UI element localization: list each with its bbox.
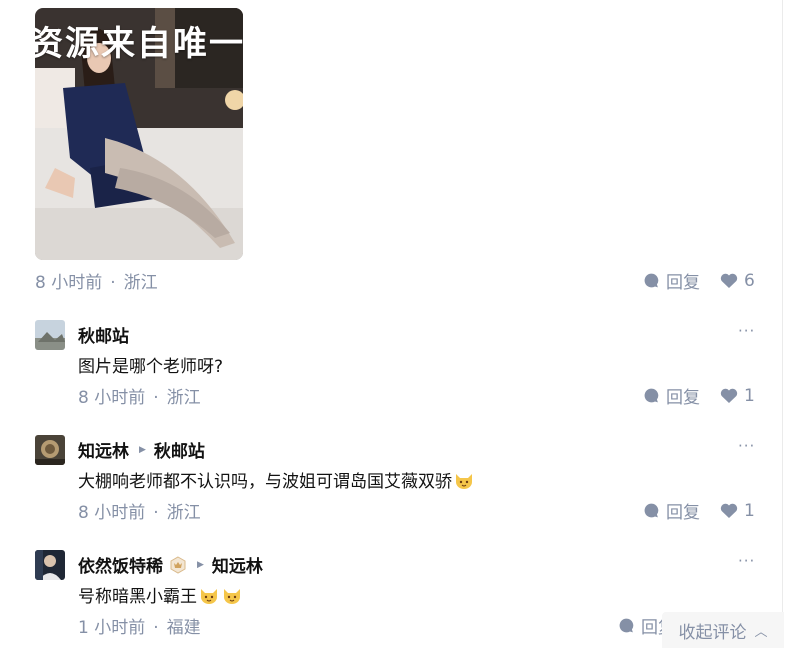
reply-button[interactable]: 回复 xyxy=(643,383,700,408)
heart-icon xyxy=(720,273,738,288)
comment-location: 浙江 xyxy=(166,503,201,523)
comment-time: 8 小时前 xyxy=(78,388,146,408)
comment-text: 图片是哪个老师呀? xyxy=(78,352,223,377)
reply-label: 回复 xyxy=(666,503,700,523)
meta-dot: · xyxy=(153,388,159,408)
meta-dot: · xyxy=(153,503,159,523)
meta-dot: · xyxy=(153,618,159,638)
comment-bubble-icon xyxy=(644,388,659,403)
comment-image[interactable]: 资源来自唯一 xyxy=(35,8,243,260)
avatar[interactable] xyxy=(35,435,65,465)
like-count: 6 xyxy=(744,270,755,291)
reply-label: 回复 xyxy=(666,273,700,293)
comment-time: 8 小时前 xyxy=(78,503,146,523)
heart-icon xyxy=(720,388,738,403)
comment-text: 号称暗黑小霸王 xyxy=(78,582,243,607)
comment-author-line: 知远林 ▶ 秋邮站 xyxy=(78,437,205,462)
chevron-up-icon: ︿ xyxy=(754,624,768,640)
avatar-image xyxy=(35,435,65,465)
comment-actions: 回复 1 xyxy=(643,498,755,523)
avatar-image xyxy=(35,550,65,580)
reply-button[interactable]: 回复 xyxy=(643,268,700,293)
collapse-comments-button[interactable]: 收起评论 ︿ xyxy=(662,612,784,648)
avatar[interactable] xyxy=(35,320,65,350)
post-meta: 8 小时前 · 浙江 xyxy=(35,268,158,293)
more-options-button[interactable]: ··· xyxy=(738,322,755,340)
comment-time: 1 小时前 xyxy=(78,618,146,638)
like-button[interactable]: 1 xyxy=(720,501,755,521)
reply-label: 回复 xyxy=(666,388,700,408)
reply-to-name[interactable]: 知远林 xyxy=(212,552,263,577)
like-count: 1 xyxy=(744,500,755,521)
heart-icon xyxy=(720,503,738,518)
author-name[interactable]: 知远林 xyxy=(78,437,129,462)
author-name[interactable]: 秋邮站 xyxy=(78,322,129,347)
reply-arrow-icon: ▶ xyxy=(197,559,204,570)
author-name[interactable]: 依然饭特稀 xyxy=(78,552,163,577)
reply-arrow-icon: ▶ xyxy=(139,444,146,455)
comment-location: 浙江 xyxy=(166,388,201,408)
comment-meta: 8 小时前 · 浙江 xyxy=(78,383,201,408)
comment-body: 图片是哪个老师呀? xyxy=(78,357,224,377)
avatar-image xyxy=(35,320,65,350)
post-location: 浙江 xyxy=(123,273,158,293)
reply-button[interactable]: 回复 xyxy=(643,498,700,523)
like-button[interactable]: 1 xyxy=(720,386,755,406)
comment-author-line: 依然饭特稀 ▶ 知远林 xyxy=(78,552,263,577)
comment-meta: 8 小时前 · 浙江 xyxy=(78,498,201,523)
comment-meta: 1 小时前 · 福建 xyxy=(78,613,201,638)
comment-author-line: 秋邮站 xyxy=(78,322,129,347)
content-divider xyxy=(782,0,783,646)
cat-face-emoji-icon xyxy=(224,588,240,604)
comment-bubble-icon xyxy=(619,618,634,633)
comment-actions: 回复 1 xyxy=(643,383,755,408)
cat-face-emoji-icon xyxy=(201,588,217,604)
more-options-button[interactable]: ··· xyxy=(738,552,755,570)
like-button[interactable]: 6 xyxy=(720,271,755,291)
collapse-label: 收起评论 xyxy=(678,622,747,643)
post-time: 8 小时前 xyxy=(35,273,103,293)
member-badge-icon xyxy=(170,555,186,574)
comment-bubble-icon xyxy=(644,273,659,288)
more-options-button[interactable]: ··· xyxy=(738,437,755,455)
image-watermark: 资源来自唯一 xyxy=(35,24,243,64)
meta-dot: · xyxy=(110,273,116,293)
comment-text: 大棚响老师都不认识吗，与波姐可谓岛国艾薇双骄 xyxy=(78,467,475,492)
comment-bubble-icon xyxy=(644,503,659,518)
comment-body: 大棚响老师都不认识吗，与波姐可谓岛国艾薇双骄 xyxy=(78,472,452,492)
comment-body: 号称暗黑小霸王 xyxy=(78,587,197,607)
cat-face-emoji-icon xyxy=(456,473,472,489)
avatar[interactable] xyxy=(35,550,65,580)
comment-location: 福建 xyxy=(166,618,201,638)
like-count: 1 xyxy=(744,385,755,406)
post-actions: 回复 6 xyxy=(643,268,755,293)
reply-to-name[interactable]: 秋邮站 xyxy=(154,437,205,462)
